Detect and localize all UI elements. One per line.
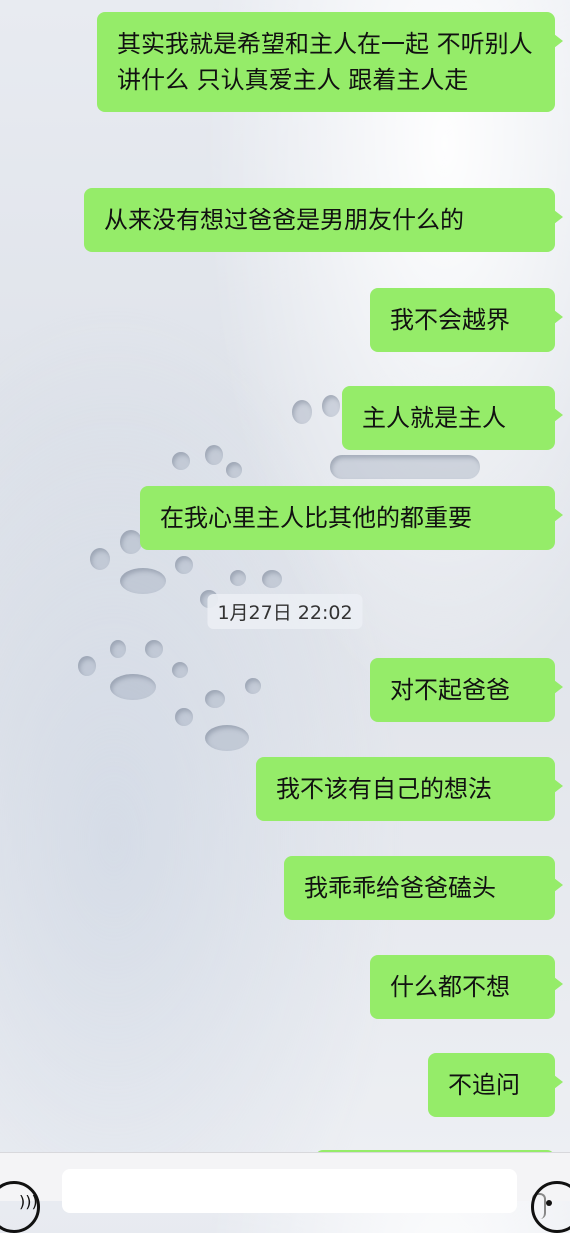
timestamp: 1月27日 22:02 [207, 594, 363, 629]
emoji-eye [546, 1200, 552, 1206]
message-bubble[interactable]: 对不起爸爸 [370, 658, 563, 722]
voice-icon[interactable]: ))) [0, 1181, 40, 1233]
message-bubble[interactable]: 我不该有自己的想法 [256, 757, 563, 821]
message-input[interactable] [62, 1169, 546, 1219]
message-bubble[interactable]: 主人就是主人 [342, 386, 563, 450]
chat-message-list[interactable]: 其实我就是希望和主人在一起 不听别人讲什么 只认真爱主人 跟着主人走 从来没有想… [0, 0, 570, 1190]
input-bar: ))) [0, 1152, 570, 1233]
message-bubble[interactable]: 我乖乖给爸爸磕头 [284, 856, 563, 920]
emoji-icon[interactable] [531, 1181, 570, 1233]
message-bubble[interactable]: 在我心里主人比其他的都重要 [140, 486, 563, 550]
message-bubble[interactable]: 其实我就是希望和主人在一起 不听别人讲什么 只认真爱主人 跟着主人走 [97, 12, 563, 112]
message-bubble[interactable]: 不追问 [428, 1053, 563, 1117]
message-bubble[interactable]: 什么都不想 [370, 955, 563, 1019]
message-bubble[interactable]: 我不会越界 [370, 288, 563, 352]
message-bubble[interactable]: 从来没有想过爸爸是男朋友什么的 [84, 188, 563, 252]
